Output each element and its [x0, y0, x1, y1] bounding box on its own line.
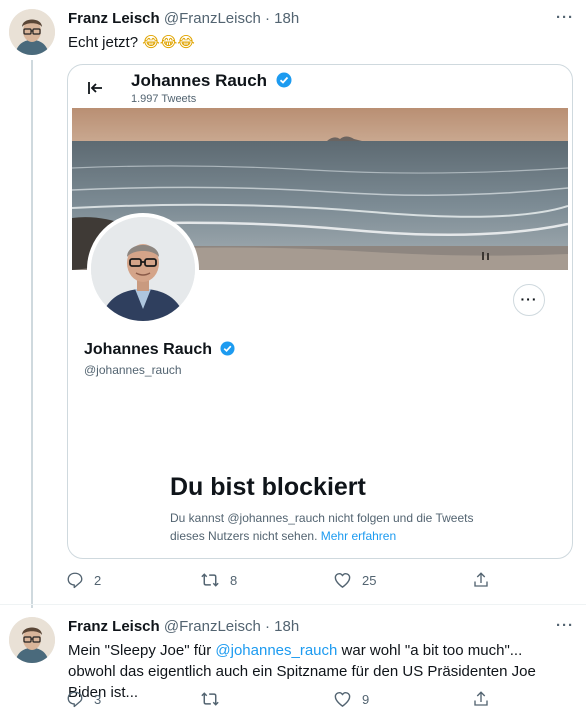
author-avatar[interactable] [9, 9, 55, 55]
reply-button[interactable]: 3 [66, 690, 101, 708]
reply-button[interactable]: 2 [66, 571, 101, 589]
like-count: 25 [362, 572, 377, 588]
share-icon [474, 691, 488, 706]
more-options-button[interactable]: ··· [556, 9, 574, 26]
back-arrow-icon [86, 79, 104, 103]
embedded-image-card[interactable]: Johannes Rauch 1.997 Tweets ··· Johannes… [67, 64, 573, 559]
like-icon [334, 691, 351, 707]
retweet-button[interactable]: 8 [200, 571, 237, 589]
separator-dot: · [264, 10, 270, 27]
separator-dot: · [264, 618, 270, 635]
reply-icon [67, 691, 83, 708]
tweet-text-content: Echt jetzt? [68, 34, 139, 51]
card-profile-handle: @johannes_rauch [84, 363, 182, 377]
tweet-text-part1: Mein "Sleepy Joe" für [68, 642, 216, 659]
profile-avatar[interactable] [87, 213, 199, 325]
profile-photo [91, 217, 195, 321]
tweet-1[interactable]: Franz Leisch @FranzLeisch · 18h ··· Echt… [0, 0, 586, 608]
card-header-title: Johannes Rauch [131, 71, 292, 91]
reply-count: 2 [94, 572, 102, 588]
like-icon [334, 572, 351, 588]
tweet-header: Franz Leisch @FranzLeisch · 18h [68, 618, 299, 635]
share-button[interactable] [472, 571, 490, 589]
profile-name-text: Johannes Rauch [84, 341, 213, 358]
reply-count: 3 [94, 691, 102, 707]
author-avatar[interactable] [9, 617, 55, 663]
tweet-header: Franz Leisch @FranzLeisch · 18h [68, 10, 299, 27]
share-icon [474, 572, 488, 587]
learn-more-link[interactable]: Mehr erfahren [321, 529, 396, 543]
tweet-time[interactable]: 18h [274, 10, 299, 27]
retweet-icon [201, 573, 219, 587]
tweet-2[interactable]: Franz Leisch @FranzLeisch · 18h ··· Mein… [0, 605, 586, 718]
card-more-button[interactable]: ··· [513, 284, 545, 316]
card-tweet-count: 1.997 Tweets [131, 93, 197, 105]
like-count: 9 [362, 691, 370, 707]
reply-icon [67, 572, 83, 589]
mention-link[interactable]: @johannes_rauch [215, 642, 337, 659]
author-handle[interactable]: @FranzLeisch [164, 10, 261, 27]
blocked-description: Du kannst @johannes_rauch nicht folgen u… [170, 509, 490, 545]
more-options-button[interactable]: ··· [556, 617, 574, 634]
retweet-count: 8 [230, 572, 238, 588]
tweet-actions: 2 8 25 [66, 571, 496, 593]
tweet-text: Echt jetzt? 😂😂😂 [68, 32, 195, 53]
verified-badge-icon [276, 72, 292, 88]
blocked-title: Du bist blockiert [170, 473, 366, 501]
laughing-emoji-icon: 😂😂😂 [142, 33, 195, 51]
verified-badge-icon [220, 341, 236, 356]
like-button[interactable]: 25 [333, 571, 376, 589]
share-button[interactable] [472, 690, 490, 708]
retweet-icon [201, 692, 219, 706]
retweet-button[interactable] [200, 690, 230, 708]
card-header-name: Johannes Rauch [131, 71, 268, 90]
tweet-actions: 3 9 [66, 690, 496, 712]
tweet-time[interactable]: 18h [274, 618, 299, 635]
avatar-image [9, 9, 55, 55]
card-profile-name: Johannes Rauch [84, 341, 236, 359]
author-handle[interactable]: @FranzLeisch [164, 618, 261, 635]
thread-connector [31, 60, 33, 608]
author-name[interactable]: Franz Leisch [68, 10, 160, 27]
avatar-image [9, 617, 55, 663]
like-button[interactable]: 9 [333, 690, 369, 708]
author-name[interactable]: Franz Leisch [68, 618, 160, 635]
